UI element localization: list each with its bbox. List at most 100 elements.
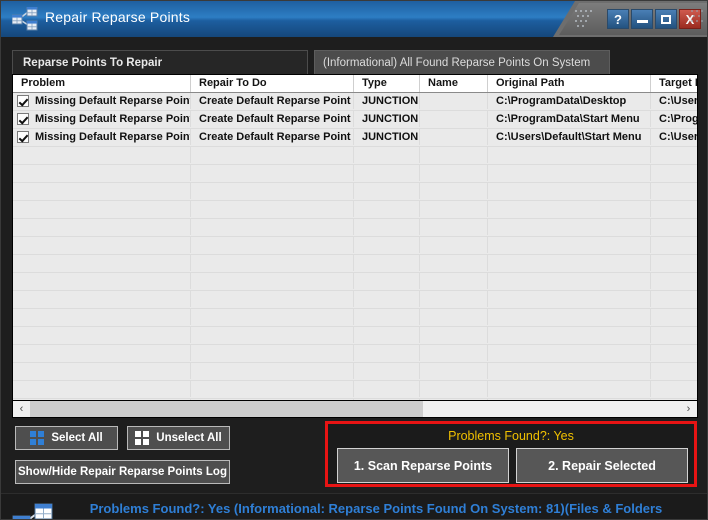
table-cell: Create Default Reparse Point <box>191 93 354 109</box>
table-column-header[interactable]: Type <box>354 75 420 92</box>
table-cell-empty <box>354 237 420 253</box>
tab-reparse-points-to-repair[interactable]: Reparse Points To Repair <box>12 50 308 75</box>
tab-all-found-reparse-points[interactable]: (Informational) All Found Reparse Points… <box>314 50 610 75</box>
table-row[interactable]: Missing Default Reparse Point Create Defa… <box>13 93 697 111</box>
table-row-empty <box>13 363 697 381</box>
table-column-header[interactable]: Target Path <box>651 75 697 92</box>
table-row-empty <box>13 345 697 363</box>
row-checkbox[interactable] <box>17 131 29 143</box>
table-cell-empty <box>420 363 488 379</box>
table-cell: C:\Users\ <box>651 129 697 145</box>
table-cell: Missing Default Reparse Point <box>13 129 191 145</box>
table-cell-empty <box>191 273 354 289</box>
table-cell-empty <box>354 381 420 397</box>
table-cell-empty <box>13 327 191 343</box>
table-cell-empty <box>13 291 191 307</box>
table-cell-empty <box>488 219 651 235</box>
table-cell-empty <box>191 237 354 253</box>
table-cell-empty <box>13 165 191 181</box>
table-cell-empty <box>191 363 354 379</box>
table-cell-empty <box>420 291 488 307</box>
table-cell-empty <box>13 273 191 289</box>
table-row-empty <box>13 255 697 273</box>
network-nodes-icon <box>12 503 53 519</box>
table-cell: C:\Users\Default\Start Menu <box>488 129 651 145</box>
table-cell <box>420 129 488 145</box>
table-cell-empty <box>420 219 488 235</box>
repair-selected-button[interactable]: 2. Repair Selected <box>516 448 688 483</box>
table-row[interactable]: Missing Default Reparse Point Create Defa… <box>13 111 697 129</box>
table-row-empty <box>13 183 697 201</box>
row-checkbox[interactable] <box>17 113 29 125</box>
table-cell-empty <box>651 345 697 361</box>
table-cell <box>420 111 488 127</box>
main-body: Reparse Points To Repair (Informational)… <box>1 37 707 519</box>
row-checkbox[interactable] <box>17 95 29 107</box>
table-cell <box>420 93 488 109</box>
table-cell-empty <box>651 273 697 289</box>
checkerboard-filled-icon <box>30 431 45 445</box>
table-cell-empty <box>488 147 651 163</box>
reparse-points-table[interactable]: Problem Repair To Do Type Name Original Path… <box>12 74 698 414</box>
status-bar: Problems Found?: Yes (Informational: Rep… <box>1 493 707 519</box>
show-hide-log-button[interactable]: Show/Hide Repair Reparse Points Log <box>15 460 230 484</box>
grip-dots-right <box>691 10 703 22</box>
show-hide-log-label: Show/Hide Repair Reparse Points Log <box>18 466 227 478</box>
table-cell-empty <box>651 381 697 397</box>
table-cell-empty <box>420 273 488 289</box>
unselect-all-button[interactable]: Unselect All <box>127 426 230 450</box>
table-cell-empty <box>651 147 697 163</box>
scroll-left-arrow[interactable]: ‹ <box>13 401 30 417</box>
table-horizontal-scrollbar[interactable]: ‹ › <box>12 400 698 418</box>
table-cell-empty <box>420 345 488 361</box>
scrollbar-thumb[interactable] <box>30 401 423 417</box>
minimize-button[interactable] <box>631 9 653 29</box>
table-cell-empty <box>191 147 354 163</box>
table-cell-empty <box>191 183 354 199</box>
select-all-button[interactable]: Select All <box>15 426 118 450</box>
table-row-empty <box>13 165 697 183</box>
table-row[interactable]: Missing Default Reparse Point Create Defa… <box>13 129 697 147</box>
table-row-empty <box>13 381 697 399</box>
table-cell-empty <box>651 363 697 379</box>
table-cell-empty <box>191 201 354 217</box>
table-body[interactable]: Missing Default Reparse Point Create Defa… <box>13 93 697 413</box>
table-cell: JUNCTION <box>354 93 420 109</box>
action-panel: Problems Found?: Yes 1. Scan Reparse Poi… <box>325 421 697 487</box>
table-cell-empty <box>354 291 420 307</box>
scrollbar-track[interactable] <box>30 401 680 417</box>
table-column-header[interactable]: Problem <box>13 75 191 92</box>
scan-reparse-points-button[interactable]: 1. Scan Reparse Points <box>337 448 509 483</box>
table-cell-empty <box>354 147 420 163</box>
table-cell-empty <box>488 381 651 397</box>
table-cell: Create Default Reparse Point <box>191 129 354 145</box>
table-column-header[interactable]: Repair To Do <box>191 75 354 92</box>
table-cell-empty <box>420 183 488 199</box>
table-cell-empty <box>191 219 354 235</box>
help-button[interactable]: ? <box>607 9 629 29</box>
maximize-button[interactable] <box>655 9 677 29</box>
checkerboard-empty-icon <box>135 431 150 445</box>
table-cell: C:\Users\ <box>651 93 697 109</box>
table-cell-empty <box>354 273 420 289</box>
table-cell-empty <box>651 255 697 271</box>
table-cell-empty <box>13 345 191 361</box>
table-cell-empty <box>420 381 488 397</box>
scroll-right-arrow[interactable]: › <box>680 401 697 417</box>
table-cell-empty <box>651 165 697 181</box>
table-cell-empty <box>191 327 354 343</box>
table-column-header[interactable]: Original Path <box>488 75 651 92</box>
table-cell-empty <box>354 309 420 325</box>
tab-strip: Reparse Points To Repair (Informational)… <box>12 50 698 75</box>
table-column-header[interactable]: Name <box>420 75 488 92</box>
table-cell-empty <box>651 309 697 325</box>
table-cell-empty <box>488 183 651 199</box>
table-cell-empty <box>420 147 488 163</box>
table-cell-empty <box>13 255 191 271</box>
table-row-empty <box>13 291 697 309</box>
scan-button-label: 1. Scan Reparse Points <box>353 458 493 473</box>
table-cell-empty <box>13 201 191 217</box>
table-cell-empty <box>651 183 697 199</box>
title-bar[interactable]: Repair Reparse Points ? X <box>1 1 707 37</box>
app-window: Repair Reparse Points ? X Reparse Points… <box>0 0 708 520</box>
